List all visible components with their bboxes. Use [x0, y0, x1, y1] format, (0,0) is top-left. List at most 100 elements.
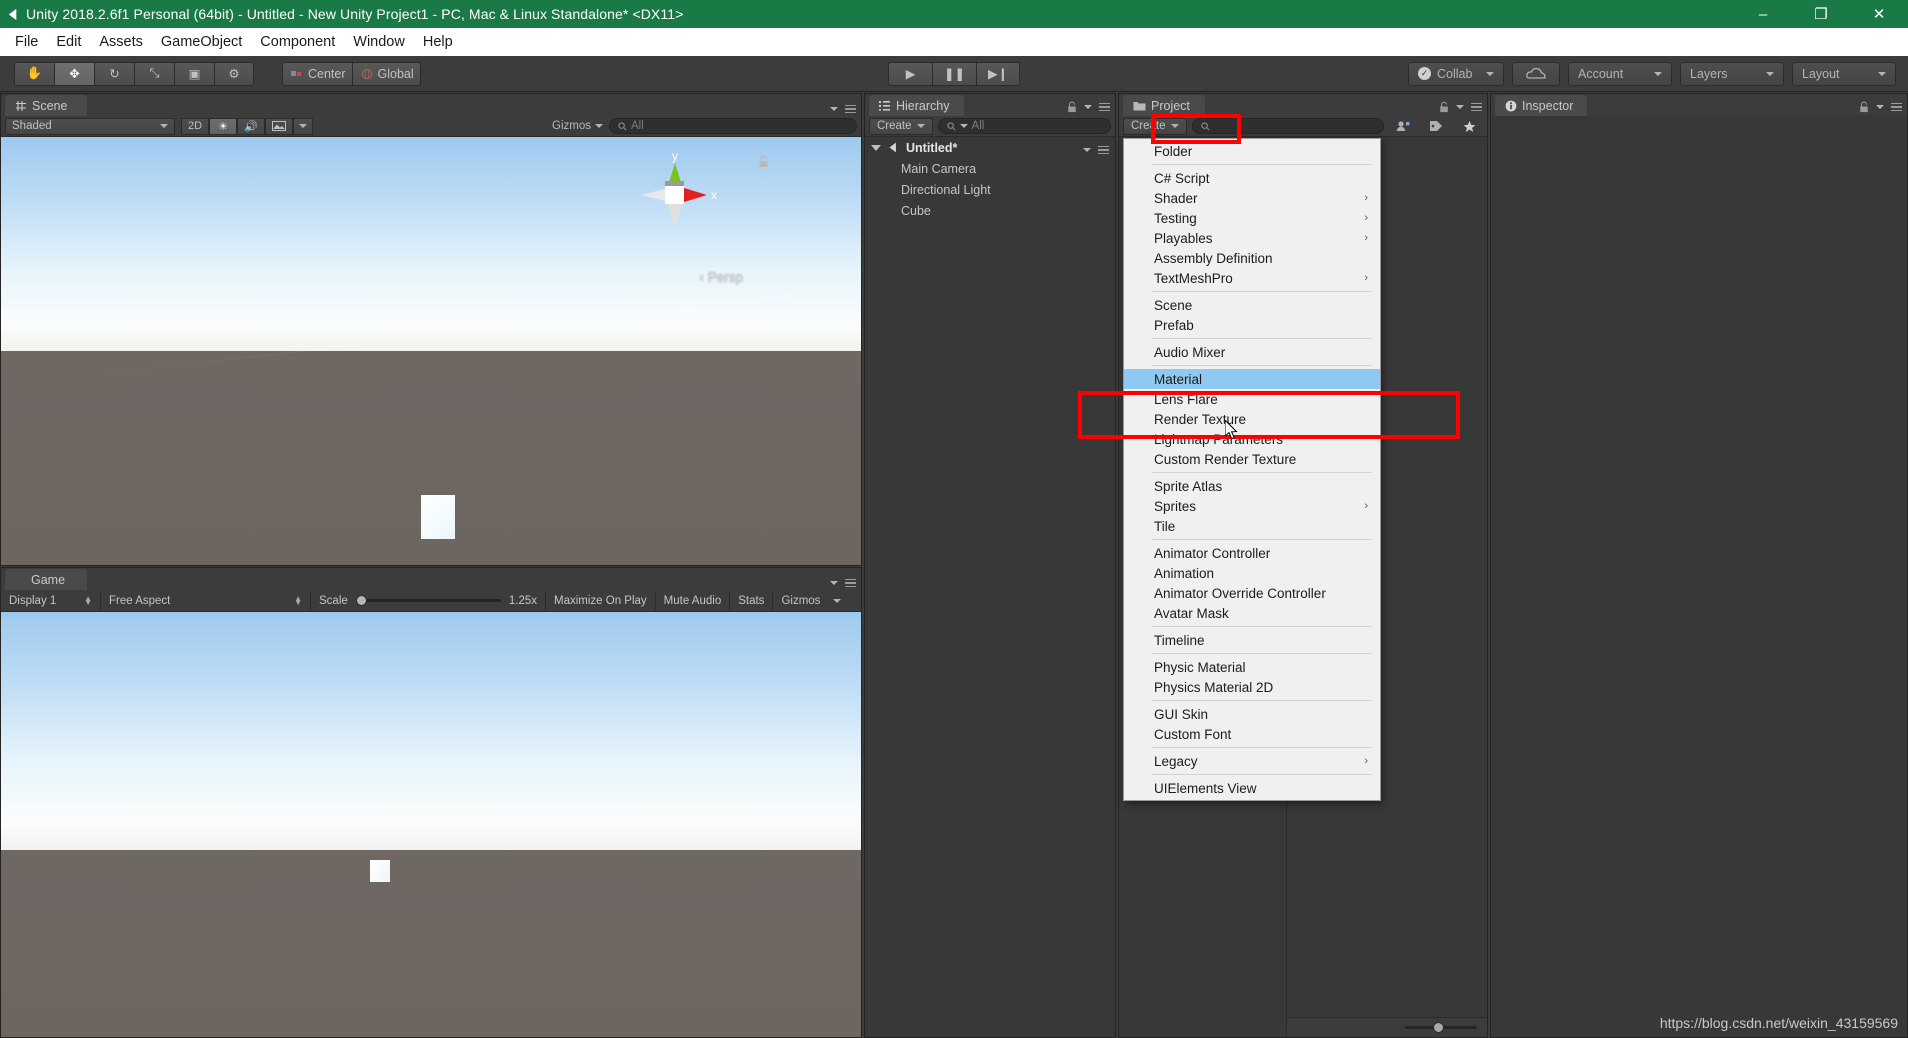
tab-project[interactable]: Project: [1123, 95, 1205, 116]
hierarchy-tab-menu[interactable]: [1067, 101, 1110, 113]
menu-item-uielements-view[interactable]: UIElements View: [1124, 778, 1380, 798]
project-create-button[interactable]: Create: [1123, 117, 1187, 135]
scene-viewport[interactable]: y x ‹ Persp: [1, 137, 861, 565]
project-zoom-slider[interactable]: [1405, 1022, 1477, 1033]
star-icon[interactable]: [1455, 118, 1483, 135]
game-tab-menu[interactable]: [830, 578, 856, 587]
scene-gizmos-control[interactable]: Gizmos: [552, 120, 603, 132]
hierarchy-search-input[interactable]: All: [937, 118, 1111, 134]
maximize-on-play-button[interactable]: Maximize On Play: [546, 591, 656, 610]
label-filter-icon[interactable]: [1422, 118, 1450, 135]
tab-game[interactable]: Game: [5, 569, 87, 590]
create-context-menu[interactable]: Folder C# Script Shader › Testing › Playables ›…: [1123, 138, 1381, 801]
game-gizmos-button[interactable]: Gizmos: [773, 591, 829, 610]
type-filter-icon[interactable]: [1389, 118, 1417, 135]
scene-projection-label[interactable]: ‹ Persp: [699, 269, 743, 284]
pivot-rotation-button[interactable]: Global: [351, 61, 421, 86]
menu-item-sprite-atlas[interactable]: Sprite Atlas: [1124, 476, 1380, 496]
collab-button[interactable]: ✓ Collab: [1408, 61, 1504, 86]
menu-item-assembly-definition[interactable]: Assembly Definition: [1124, 248, 1380, 268]
menu-item-prefab[interactable]: Prefab: [1124, 315, 1380, 335]
inspector-tab-menu[interactable]: [1859, 101, 1902, 113]
close-button[interactable]: ✕: [1850, 0, 1908, 28]
hierarchy-scene-row[interactable]: Untitled*: [865, 137, 1115, 158]
menu-item-animator-controller[interactable]: Animator Controller: [1124, 543, 1380, 563]
scale-slider-knob[interactable]: [355, 595, 367, 606]
audio-toggle-icon[interactable]: 🔊: [237, 117, 265, 135]
play-button[interactable]: ▶: [888, 61, 932, 86]
game-viewport[interactable]: [1, 612, 861, 1037]
project-search-input[interactable]: [1191, 118, 1384, 134]
scene-tab-menu[interactable]: [830, 104, 856, 113]
layers-button[interactable]: Layers: [1680, 61, 1784, 86]
aspect-dropdown[interactable]: Free Aspect ▲ ▼: [101, 591, 311, 610]
menu-item-animator-override-controller[interactable]: Animator Override Controller: [1124, 583, 1380, 603]
menu-help[interactable]: Help: [414, 32, 462, 53]
menu-item-tile[interactable]: Tile: [1124, 516, 1380, 536]
menu-item-physics-material-2d[interactable]: Physics Material 2D: [1124, 677, 1380, 697]
menu-item-folder[interactable]: Folder: [1124, 141, 1380, 161]
menu-item-testing[interactable]: Testing ›: [1124, 208, 1380, 228]
cloud-services-button[interactable]: [1512, 61, 1560, 86]
menu-item-custom-render-texture[interactable]: Custom Render Texture: [1124, 449, 1380, 469]
scene-search-input[interactable]: All: [609, 118, 857, 134]
menu-assets[interactable]: Assets: [90, 32, 152, 53]
transform-tool-icon[interactable]: ⚙: [214, 61, 254, 86]
tab-scene[interactable]: Scene: [5, 95, 87, 116]
mute-audio-button[interactable]: Mute Audio: [655, 591, 731, 610]
menu-item-gui-skin[interactable]: GUI Skin: [1124, 704, 1380, 724]
menu-item-custom-font[interactable]: Custom Font: [1124, 724, 1380, 744]
menu-item-c-script[interactable]: C# Script: [1124, 168, 1380, 188]
menu-item-physic-material[interactable]: Physic Material: [1124, 657, 1380, 677]
shading-mode-dropdown[interactable]: Shaded: [5, 117, 175, 135]
stats-button[interactable]: Stats: [730, 591, 774, 610]
rect-tool-icon[interactable]: ▣: [174, 61, 214, 86]
scene-row-menu[interactable]: [1083, 145, 1109, 154]
menu-file[interactable]: File: [6, 32, 47, 53]
account-button[interactable]: Account: [1568, 61, 1672, 86]
menu-item-timeline[interactable]: Timeline: [1124, 630, 1380, 650]
menu-item-material[interactable]: Material: [1124, 369, 1380, 389]
menu-item-lens-flare[interactable]: Lens Flare: [1124, 389, 1380, 409]
display-dropdown[interactable]: Display 1 ▲ ▼: [1, 591, 101, 610]
menu-item-legacy[interactable]: Legacy ›: [1124, 751, 1380, 771]
hierarchy-create-button[interactable]: Create: [869, 117, 933, 135]
menu-gameobject[interactable]: GameObject: [152, 32, 251, 53]
pause-button[interactable]: ❚❚: [932, 61, 976, 86]
move-tool-icon[interactable]: ✥: [54, 61, 94, 86]
chevron-down-icon[interactable]: [871, 144, 881, 151]
menu-item-textmeshpro[interactable]: TextMeshPro ›: [1124, 268, 1380, 288]
menu-item-audio-mixer[interactable]: Audio Mixer: [1124, 342, 1380, 362]
tab-hierarchy[interactable]: Hierarchy: [869, 95, 964, 116]
minimize-button[interactable]: –: [1734, 0, 1792, 28]
menu-item-shader[interactable]: Shader ›: [1124, 188, 1380, 208]
hierarchy-item-main-camera[interactable]: Main Camera: [865, 158, 1115, 179]
scene-view-gizmo[interactable]: y x: [629, 149, 721, 241]
menu-item-scene[interactable]: Scene: [1124, 295, 1380, 315]
scale-control[interactable]: Scale 1.25x: [311, 591, 546, 610]
menu-component[interactable]: Component: [251, 32, 344, 53]
menu-item-avatar-mask[interactable]: Avatar Mask: [1124, 603, 1380, 623]
menu-item-sprites[interactable]: Sprites ›: [1124, 496, 1380, 516]
menu-edit[interactable]: Edit: [47, 32, 90, 53]
cube-object-scene[interactable]: [421, 495, 455, 539]
hierarchy-item-directional-light[interactable]: Directional Light: [865, 179, 1115, 200]
toggle-2d-button[interactable]: 2D: [181, 117, 209, 135]
tab-inspector[interactable]: Inspector: [1495, 95, 1588, 116]
game-gizmos-dropdown[interactable]: [828, 591, 847, 610]
project-zoom-knob[interactable]: [1433, 1022, 1444, 1033]
scale-tool-icon[interactable]: ⤡: [134, 61, 174, 86]
maximize-button[interactable]: ❐: [1792, 0, 1850, 28]
menu-window[interactable]: Window: [344, 32, 414, 53]
rotate-tool-icon[interactable]: ↻: [94, 61, 134, 86]
step-button[interactable]: ▶❙: [976, 61, 1020, 86]
menu-item-playables[interactable]: Playables ›: [1124, 228, 1380, 248]
pivot-mode-button[interactable]: Center: [282, 61, 352, 86]
project-tab-menu[interactable]: [1439, 101, 1482, 113]
effects-toggle-icon[interactable]: [265, 117, 293, 135]
menu-item-animation[interactable]: Animation: [1124, 563, 1380, 583]
layout-button[interactable]: Layout: [1792, 61, 1896, 86]
menu-item-render-texture[interactable]: Render Texture: [1124, 409, 1380, 429]
lighting-toggle-icon[interactable]: ☀: [209, 117, 237, 135]
hand-tool-icon[interactable]: ✋: [14, 61, 54, 86]
